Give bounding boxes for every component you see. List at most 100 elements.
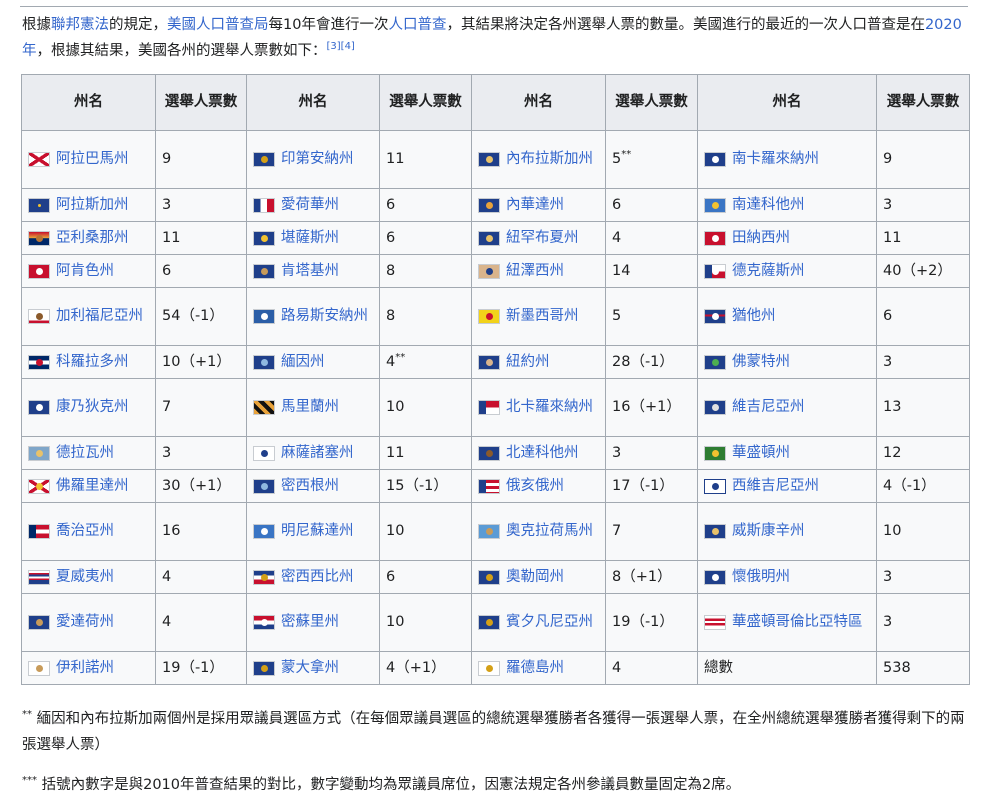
state-flag-icon[interactable] xyxy=(28,354,50,370)
state-name-link[interactable]: 路易斯安納州 xyxy=(281,304,368,329)
state-name-link[interactable]: 懷俄明州 xyxy=(732,565,790,590)
state-name-link[interactable]: 紐澤西州 xyxy=(506,259,564,284)
state-name-link[interactable]: 內華達州 xyxy=(506,193,564,218)
state-flag-icon[interactable] xyxy=(28,197,50,213)
state-name-link[interactable]: 羅德島州 xyxy=(506,656,564,681)
state-flag-icon[interactable] xyxy=(28,478,50,494)
link-federal-constitution[interactable]: 聯邦憲法 xyxy=(51,17,109,33)
state-flag-icon[interactable] xyxy=(478,400,500,415)
state-flag-icon[interactable] xyxy=(478,569,500,585)
state-name-link[interactable]: 南卡羅來納州 xyxy=(732,147,819,172)
state-flag-icon[interactable] xyxy=(28,230,50,246)
state-name-link[interactable]: 奧克拉荷馬州 xyxy=(506,519,593,544)
state-name-link[interactable]: 密蘇里州 xyxy=(281,610,339,635)
state-flag-icon[interactable] xyxy=(28,400,50,415)
state-flag-icon[interactable] xyxy=(478,309,500,324)
state-flag-icon[interactable] xyxy=(28,445,50,461)
state-name-link[interactable]: 南達科他州 xyxy=(732,193,805,218)
state-name-link[interactable]: 堪薩斯州 xyxy=(281,226,339,251)
state-flag-icon[interactable] xyxy=(478,660,500,676)
state-name-link[interactable]: 亞利桑那州 xyxy=(56,226,129,251)
state-name-link[interactable]: 德拉瓦州 xyxy=(56,441,114,466)
state-flag-icon[interactable] xyxy=(478,615,500,630)
link-census[interactable]: 人口普查 xyxy=(388,17,446,33)
state-flag-icon[interactable] xyxy=(704,478,726,494)
state-flag-icon[interactable] xyxy=(253,152,275,167)
state-name-link[interactable]: 愛荷華州 xyxy=(281,193,339,218)
state-name-link[interactable]: 華盛頓哥倫比亞特區 xyxy=(732,610,863,635)
state-name-link[interactable]: 麻薩諸塞州 xyxy=(281,441,354,466)
state-name-link[interactable]: 紐罕布夏州 xyxy=(506,226,579,251)
state-name-link[interactable]: 喬治亞州 xyxy=(56,519,114,544)
state-flag-icon[interactable] xyxy=(253,263,275,279)
state-flag-icon[interactable] xyxy=(704,309,726,324)
state-flag-icon[interactable] xyxy=(253,524,275,539)
state-flag-icon[interactable] xyxy=(253,615,275,630)
state-name-link[interactable]: 內布拉斯加州 xyxy=(506,147,593,172)
state-flag-icon[interactable] xyxy=(704,197,726,213)
state-name-link[interactable]: 夏威夷州 xyxy=(56,565,114,590)
state-flag-icon[interactable] xyxy=(704,263,726,279)
state-flag-icon[interactable] xyxy=(253,445,275,461)
state-name-link[interactable]: 密西西比州 xyxy=(281,565,354,590)
state-name-link[interactable]: 奧勒岡州 xyxy=(506,565,564,590)
state-name-link[interactable]: 北卡羅來納州 xyxy=(506,395,593,420)
state-name-link[interactable]: 佛蒙特州 xyxy=(732,350,790,375)
state-name-link[interactable]: 西維吉尼亞州 xyxy=(732,474,819,499)
state-flag-icon[interactable] xyxy=(478,354,500,370)
state-name-link[interactable]: 紐約州 xyxy=(506,350,550,375)
state-name-link[interactable]: 俄亥俄州 xyxy=(506,474,564,499)
state-flag-icon[interactable] xyxy=(704,400,726,415)
state-name-link[interactable]: 猶他州 xyxy=(732,304,776,329)
state-flag-icon[interactable] xyxy=(253,400,275,415)
link-census-bureau[interactable]: 美國人口普查局 xyxy=(167,17,269,33)
state-flag-icon[interactable] xyxy=(478,152,500,167)
state-name-link[interactable]: 阿拉巴馬州 xyxy=(56,147,129,172)
state-name-link[interactable]: 伊利諾州 xyxy=(56,656,114,681)
state-flag-icon[interactable] xyxy=(704,615,726,630)
reference-links[interactable]: [3][4] xyxy=(327,41,355,52)
state-name-link[interactable]: 肯塔基州 xyxy=(281,259,339,284)
state-name-link[interactable]: 明尼蘇達州 xyxy=(281,519,354,544)
state-flag-icon[interactable] xyxy=(253,230,275,246)
state-name-link[interactable]: 田納西州 xyxy=(732,226,790,251)
state-flag-icon[interactable] xyxy=(28,152,50,167)
state-flag-icon[interactable] xyxy=(253,478,275,494)
state-name-link[interactable]: 佛羅里達州 xyxy=(56,474,129,499)
state-flag-icon[interactable] xyxy=(253,197,275,213)
state-name-link[interactable]: 印第安納州 xyxy=(281,147,354,172)
state-name-link[interactable]: 賓夕凡尼亞州 xyxy=(506,610,593,635)
state-name-link[interactable]: 華盛頓州 xyxy=(732,441,790,466)
state-name-link[interactable]: 德克薩斯州 xyxy=(732,259,805,284)
state-name-link[interactable]: 加利福尼亞州 xyxy=(56,304,143,329)
state-name-link[interactable]: 維吉尼亞州 xyxy=(732,395,805,420)
state-flag-icon[interactable] xyxy=(28,615,50,630)
state-name-link[interactable]: 愛達荷州 xyxy=(56,610,114,635)
state-flag-icon[interactable] xyxy=(704,152,726,167)
state-name-link[interactable]: 阿拉斯加州 xyxy=(56,193,129,218)
state-name-link[interactable]: 馬里蘭州 xyxy=(281,395,339,420)
state-flag-icon[interactable] xyxy=(704,445,726,461)
state-flag-icon[interactable] xyxy=(704,569,726,585)
state-flag-icon[interactable] xyxy=(478,263,500,279)
state-name-link[interactable]: 蒙大拿州 xyxy=(281,656,339,681)
state-name-link[interactable]: 科羅拉多州 xyxy=(56,350,129,375)
state-name-link[interactable]: 緬因州 xyxy=(281,350,325,375)
state-flag-icon[interactable] xyxy=(704,524,726,539)
state-flag-icon[interactable] xyxy=(704,354,726,370)
state-flag-icon[interactable] xyxy=(704,230,726,246)
state-name-link[interactable]: 威斯康辛州 xyxy=(732,519,805,544)
state-flag-icon[interactable] xyxy=(253,569,275,585)
state-flag-icon[interactable] xyxy=(253,309,275,324)
state-flag-icon[interactable] xyxy=(28,660,50,676)
state-flag-icon[interactable] xyxy=(28,309,50,324)
state-name-link[interactable]: 密西根州 xyxy=(281,474,339,499)
state-flag-icon[interactable] xyxy=(28,263,50,279)
state-flag-icon[interactable] xyxy=(253,660,275,676)
state-flag-icon[interactable] xyxy=(253,354,275,370)
state-flag-icon[interactable] xyxy=(478,197,500,213)
state-flag-icon[interactable] xyxy=(478,230,500,246)
state-name-link[interactable]: 新墨西哥州 xyxy=(506,304,579,329)
state-name-link[interactable]: 北達科他州 xyxy=(506,441,579,466)
state-flag-icon[interactable] xyxy=(28,524,50,539)
